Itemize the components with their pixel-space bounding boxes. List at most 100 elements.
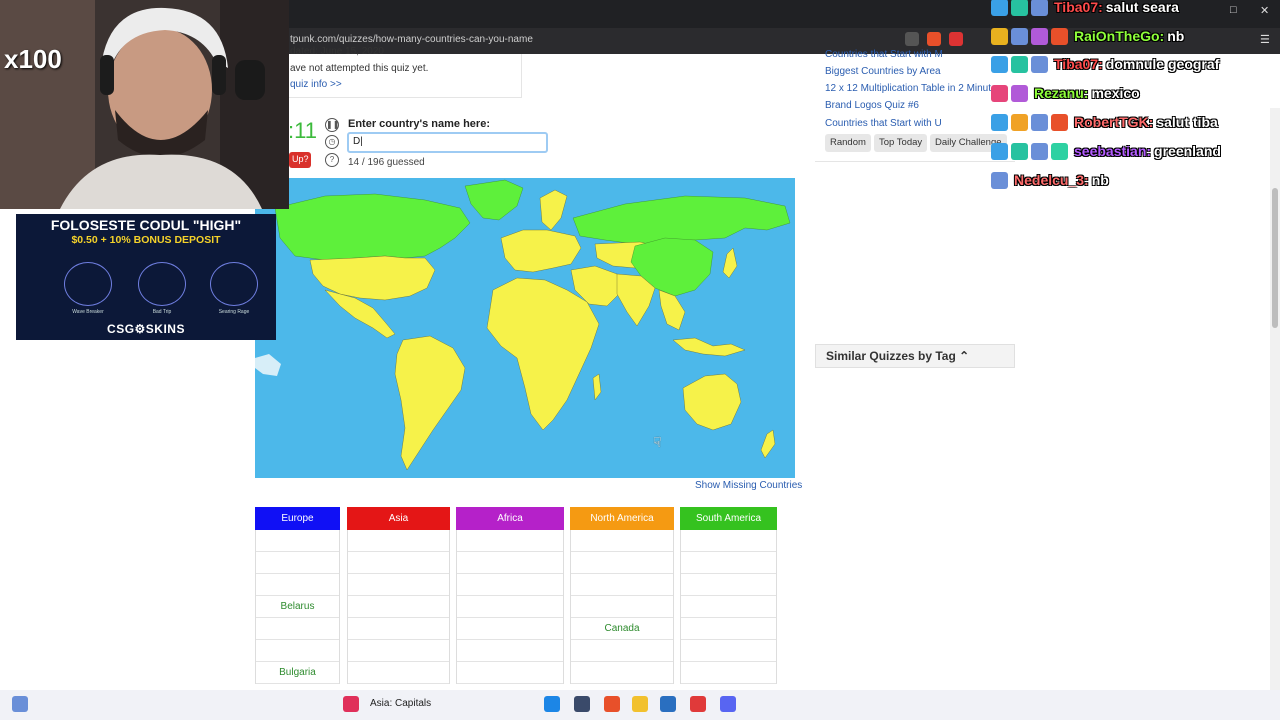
skin-badge-icon [210,262,258,306]
column-europe: Belarus Bulgaria [255,530,340,684]
menu-icon[interactable]: ☰ [1260,33,1270,46]
chat-text: domnule geograf [1105,56,1220,72]
promo-subtitle: $0.50 + 10% BONUS DEPOSIT [71,234,221,246]
answer-cell [457,530,563,552]
show-missing-countries-link[interactable]: Show Missing Countries [695,480,802,491]
answer-cell [348,640,449,662]
bits-badge-icon [1051,113,1068,131]
updated-date: dated: June 15, 2020 [290,46,384,57]
chevron-up-icon: ⌃ [959,349,970,363]
random-button[interactable]: Random [825,134,871,152]
related-quiz-link[interactable]: Countries that Start with M [825,49,943,60]
answer-cell [571,530,673,552]
steam-icon[interactable] [660,696,676,712]
url-text[interactable]: tpunk.com/quizzes/how-many-countries-can… [290,34,533,45]
file-explorer-icon[interactable] [632,696,648,712]
answer-input[interactable]: D| [347,132,548,153]
chat-username: Tiba07: [1054,0,1103,15]
obs-icon[interactable] [690,696,706,712]
greenland-shape [464,179,524,221]
answer-cell: Bulgaria [256,662,339,684]
clock-icon: ◷ [325,135,339,149]
answer-cell [256,640,339,662]
chat-text: greenland [1154,143,1221,159]
similar-quizzes-toggle[interactable]: Similar Quizzes by Tag ⌃ [815,344,1015,368]
column-africa [456,530,564,684]
answer-cell [571,596,673,618]
quiz-info-link[interactable]: quiz info >> [290,79,342,90]
column-south-america [680,530,777,684]
quiz-timer: :11 [288,118,317,143]
attempt-status: ave not attempted this quiz yet. [290,63,429,74]
answer-cell [681,530,776,552]
column-europe-header: Europe [255,507,340,530]
answer-cell [348,662,449,684]
app-icon[interactable] [343,696,359,712]
answer-cell: Canada [571,618,673,640]
australia-shape [682,373,742,431]
prime-badge-icon [1051,142,1068,160]
column-asia [347,530,450,684]
pointer-cursor-icon: ☟ [653,434,662,450]
indonesia-shape [672,337,746,357]
gift-badge-icon [1031,27,1048,45]
skin-badge-icon [64,262,112,306]
sword-badge-icon [991,0,1008,16]
africa-shape [486,277,600,431]
sword-badge-icon [991,142,1008,160]
restore-icon[interactable]: □ [1230,4,1237,16]
world-map[interactable] [255,178,795,478]
sidebar-divider [815,161,1015,162]
windows-start-icon[interactable] [544,696,560,712]
japan-shape [722,247,738,279]
chat-message: Rezanu: mexico [991,82,1140,104]
pause-icon[interactable]: ❚❚ [325,118,339,132]
discord-icon[interactable] [720,696,736,712]
notification-icon[interactable] [12,696,28,712]
sub-badge-icon [1011,0,1028,16]
world-map-svg [255,179,791,471]
page-scrollbar[interactable] [1270,108,1280,720]
promo-brand: CSG⚙SKINS [107,322,185,336]
answer-cell [348,552,449,574]
top-today-button[interactable]: Top Today [874,134,928,152]
column-north-america-header: North America [570,507,674,530]
related-quiz-link[interactable]: Countries that Start with U [825,118,942,129]
related-quiz-link[interactable]: Brand Logos Quiz #6 [825,100,919,111]
sub-badge-icon [1011,84,1028,102]
brave-shield-icon[interactable] [927,32,941,46]
answer-cell [681,618,776,640]
share-icon[interactable] [905,32,919,46]
brave-rewards-icon[interactable] [949,32,963,46]
chat-message: RobertTGK: salut tiba [991,111,1218,133]
webcam-overlay-text: x100 [4,44,62,74]
crown-badge-icon [991,27,1008,45]
scrollbar-thumb[interactable] [1272,188,1278,328]
related-quiz-link[interactable]: Biggest Countries by Area [825,66,941,77]
related-quiz-link[interactable]: 12 x 12 Multiplication Table in 2 Minute… [825,83,1002,94]
help-icon[interactable]: ? [325,153,339,167]
sub-badge-icon [1011,113,1028,131]
task-view-icon[interactable] [574,696,590,712]
canada-shape [274,193,471,261]
promo-title: FOLOSESTE CODUL "HIGH" [50,217,242,233]
answer-cell [348,574,449,596]
madagascar-shape [592,373,602,401]
answer-cell [256,574,339,596]
europe-shape [500,229,582,273]
skin-name: Wave Breaker [72,309,104,315]
taskbar-active-window[interactable]: Asia: Capitals [370,698,431,709]
taskbar: Asia: Capitals [0,690,1280,720]
answer-cell [457,640,563,662]
chat-text: salut seara [1105,0,1179,15]
give-up-button[interactable]: Up? [289,152,311,168]
scandinavia-shape [539,189,568,231]
brave-browser-icon[interactable] [604,696,620,712]
shark-badge-icon [1031,55,1048,73]
answer-cell [571,640,673,662]
shark-badge-icon [1031,142,1048,160]
shark-badge-icon [1011,27,1028,45]
answer-cell [457,574,563,596]
bits-badge-icon [1051,27,1068,45]
close-icon[interactable]: ✕ [1260,4,1269,17]
